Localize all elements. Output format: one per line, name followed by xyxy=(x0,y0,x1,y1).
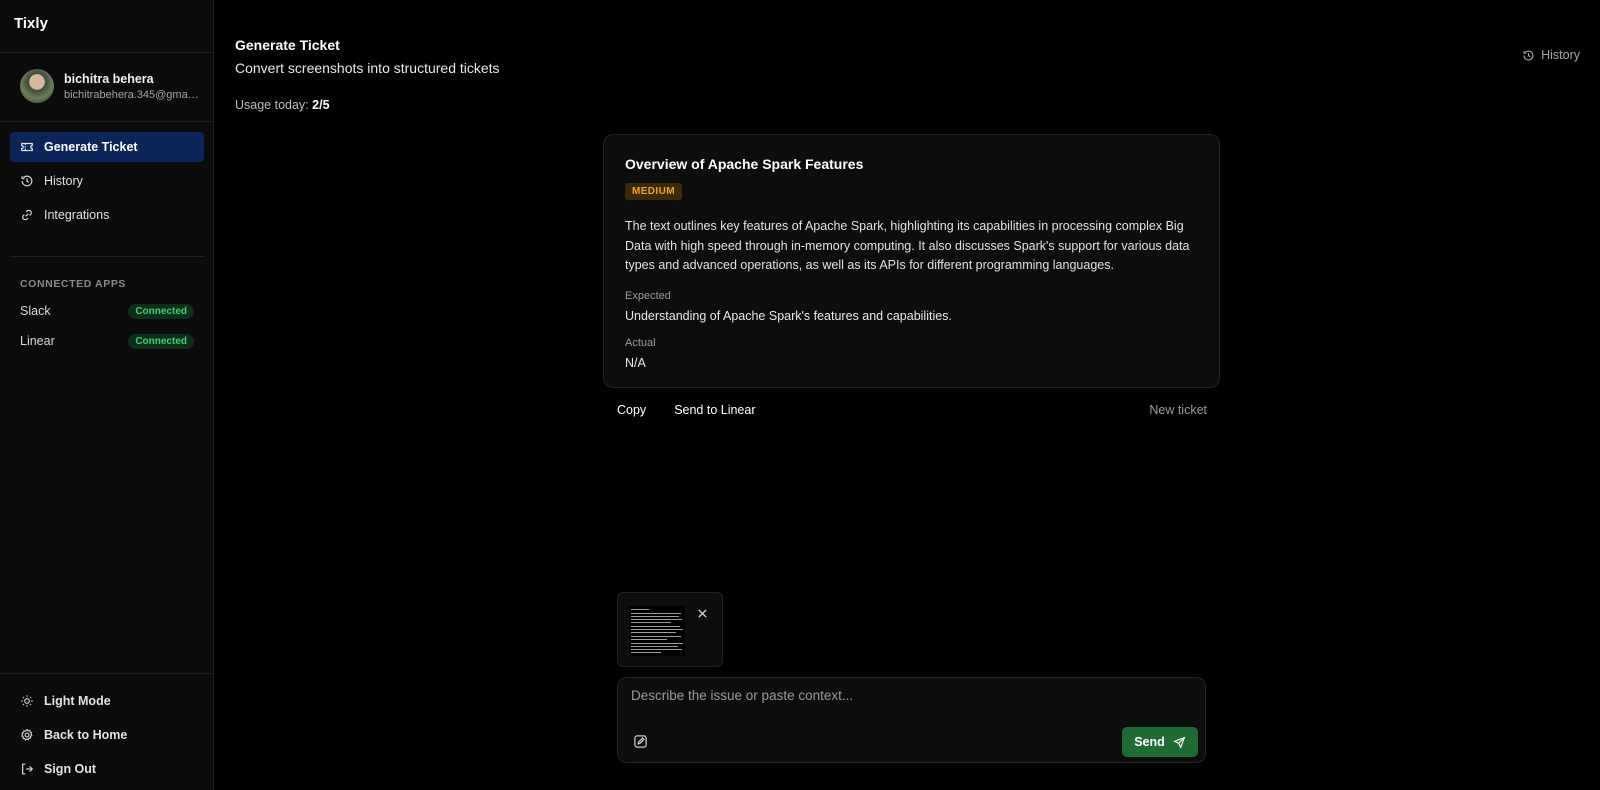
actual-value: N/A xyxy=(625,356,646,370)
light-mode-label: Light Mode xyxy=(44,694,111,708)
sign-out-label: Sign Out xyxy=(44,762,97,776)
usage-label: Usage today: xyxy=(235,98,309,112)
connected-app-linear: Linear Connected xyxy=(20,332,194,350)
sidebar-item-integrations[interactable]: Integrations xyxy=(10,200,204,230)
light-mode-toggle[interactable]: Light Mode xyxy=(20,694,111,708)
page-subtitle: Convert screenshots into structured tick… xyxy=(235,60,500,76)
page-title: Generate Ticket xyxy=(235,37,340,53)
sign-out-button[interactable]: Sign Out xyxy=(20,762,96,776)
usage-indicator: Usage today: 2/5 xyxy=(235,98,330,112)
expected-value: Understanding of Apache Spark's features… xyxy=(625,309,952,323)
expected-label: Expected xyxy=(625,290,671,302)
sidebar-footer: Light Mode Back to Home Sign Out xyxy=(0,673,213,790)
actual-label: Actual xyxy=(625,337,656,349)
screenshot-thumbnail[interactable] xyxy=(629,606,685,656)
ticket-description: The text outlines key features of Apache… xyxy=(625,219,1190,272)
attachment-preview xyxy=(617,592,723,667)
message-composer: Send xyxy=(617,677,1206,763)
copy-button[interactable]: Copy xyxy=(617,403,646,417)
app-name: Slack xyxy=(20,304,51,318)
app-name: Linear xyxy=(20,334,55,348)
history-icon xyxy=(20,174,34,188)
sign-out-icon xyxy=(20,762,34,776)
status-badge: Connected xyxy=(128,303,194,319)
usage-value: 2/5 xyxy=(312,98,330,112)
divider xyxy=(10,256,204,257)
back-to-home-button[interactable]: Back to Home xyxy=(20,728,127,742)
user-name: bichitra behera xyxy=(64,72,154,86)
gear-icon xyxy=(20,728,34,742)
link-icon xyxy=(20,208,34,222)
priority-badge: MEDIUM xyxy=(625,183,682,200)
remove-attachment-button[interactable] xyxy=(694,605,710,621)
ticket-title: Overview of Apache Spark Features xyxy=(625,156,864,172)
history-label: History xyxy=(1541,48,1580,62)
user-profile[interactable]: bichitra behera bichitrabehera.345@gmail… xyxy=(0,52,213,122)
new-ticket-button[interactable]: New ticket xyxy=(1149,403,1207,417)
history-button[interactable]: History xyxy=(1522,48,1580,62)
sidebar-nav: Generate Ticket History Integrations xyxy=(10,132,204,234)
send-button[interactable]: Send xyxy=(1122,727,1198,757)
sidebar-item-label: History xyxy=(44,174,83,188)
brand-logo-text[interactable]: Tixly xyxy=(14,15,48,32)
connected-apps-heading: CONNECTED APPS xyxy=(20,278,127,290)
sun-icon xyxy=(20,694,34,708)
sidebar-item-generate-ticket[interactable]: Generate Ticket xyxy=(10,132,204,162)
ticket-actions: Copy Send to Linear New ticket xyxy=(617,403,1207,417)
ticket-icon xyxy=(20,140,34,154)
issue-description-input[interactable] xyxy=(631,688,1191,712)
send-icon xyxy=(1172,736,1186,749)
sidebar: Tixly bichitra behera bichitrabehera.345… xyxy=(0,0,214,790)
send-to-linear-button[interactable]: Send to Linear xyxy=(674,403,755,417)
edit-button[interactable] xyxy=(632,733,648,749)
avatar xyxy=(20,69,54,103)
sidebar-item-history[interactable]: History xyxy=(10,166,204,196)
close-icon xyxy=(697,608,707,618)
history-icon xyxy=(1523,49,1534,61)
ticket-card: Overview of Apache Spark Features MEDIUM… xyxy=(603,134,1220,388)
edit-icon xyxy=(633,734,647,748)
user-email: bichitrabehera.345@gmail.com xyxy=(64,89,200,101)
connected-app-slack: Slack Connected xyxy=(20,302,194,320)
back-to-home-label: Back to Home xyxy=(44,728,128,742)
status-badge: Connected xyxy=(128,333,194,349)
send-label: Send xyxy=(1134,735,1165,749)
sidebar-item-label: Generate Ticket xyxy=(44,140,138,154)
sidebar-item-label: Integrations xyxy=(44,208,110,222)
